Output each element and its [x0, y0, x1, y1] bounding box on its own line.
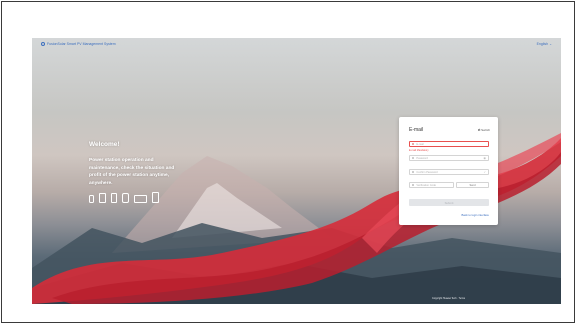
mobile-icon: [89, 195, 94, 203]
brand-name: FusionSolar Smart PV Management System: [47, 42, 116, 46]
login-title: E-mail: [409, 127, 424, 133]
verification-code-field[interactable]: Verification Code: [409, 182, 454, 188]
code-icon: [412, 183, 415, 187]
email-error-message: E-mail Mandatory: [409, 149, 429, 152]
language-selector[interactable]: English ⌄: [537, 42, 552, 46]
login-background: FusionSolar Smart PV Management System E…: [32, 38, 561, 304]
language-label: English: [536, 42, 549, 46]
page-frame: FusionSolar Smart PV Management System E…: [1, 1, 575, 323]
brand-logo-icon: [41, 42, 45, 46]
verification-code-placeholder: Verification Code: [416, 183, 436, 187]
send-code-button[interactable]: Send: [456, 182, 489, 188]
eye-icon[interactable]: ◉: [483, 156, 486, 160]
tablet-alt-icon: [152, 192, 159, 203]
watch-icon: [122, 193, 129, 203]
mail-icon: [412, 142, 415, 146]
footer-copyright[interactable]: Copyright Huawei Tech · Terms: [432, 297, 465, 300]
submit-button[interactable]: Submit: [409, 199, 489, 206]
login-panel: E-mail ⇄ Switch E-mail E-mail Mandatory …: [399, 117, 498, 225]
confirm-password-placeholder: Confirm Password: [416, 170, 438, 174]
password-placeholder: Password: [416, 156, 428, 160]
switch-login-mode-button[interactable]: ⇄ Switch: [478, 128, 490, 132]
back-to-login-link[interactable]: Back to login interface: [461, 213, 489, 217]
tablet-icon: [99, 193, 106, 203]
email-field[interactable]: E-mail: [409, 141, 489, 147]
welcome-title: Welcome!: [89, 141, 120, 148]
phone-icon: [111, 193, 117, 203]
chevron-down-icon: ⌄: [549, 42, 552, 46]
password-field[interactable]: Password ◉: [409, 155, 489, 161]
lock-icon: [412, 170, 415, 174]
laptop-icon: [134, 195, 147, 203]
lock-icon: [412, 156, 415, 160]
brand[interactable]: FusionSolar Smart PV Management System: [41, 42, 116, 46]
device-icons: [89, 192, 159, 203]
check-icon: ✓: [483, 170, 486, 174]
welcome-tagline: Power station operation and maintenance,…: [89, 158, 175, 186]
confirm-password-field[interactable]: Confirm Password ✓: [409, 169, 489, 175]
email-placeholder: E-mail: [416, 142, 424, 146]
